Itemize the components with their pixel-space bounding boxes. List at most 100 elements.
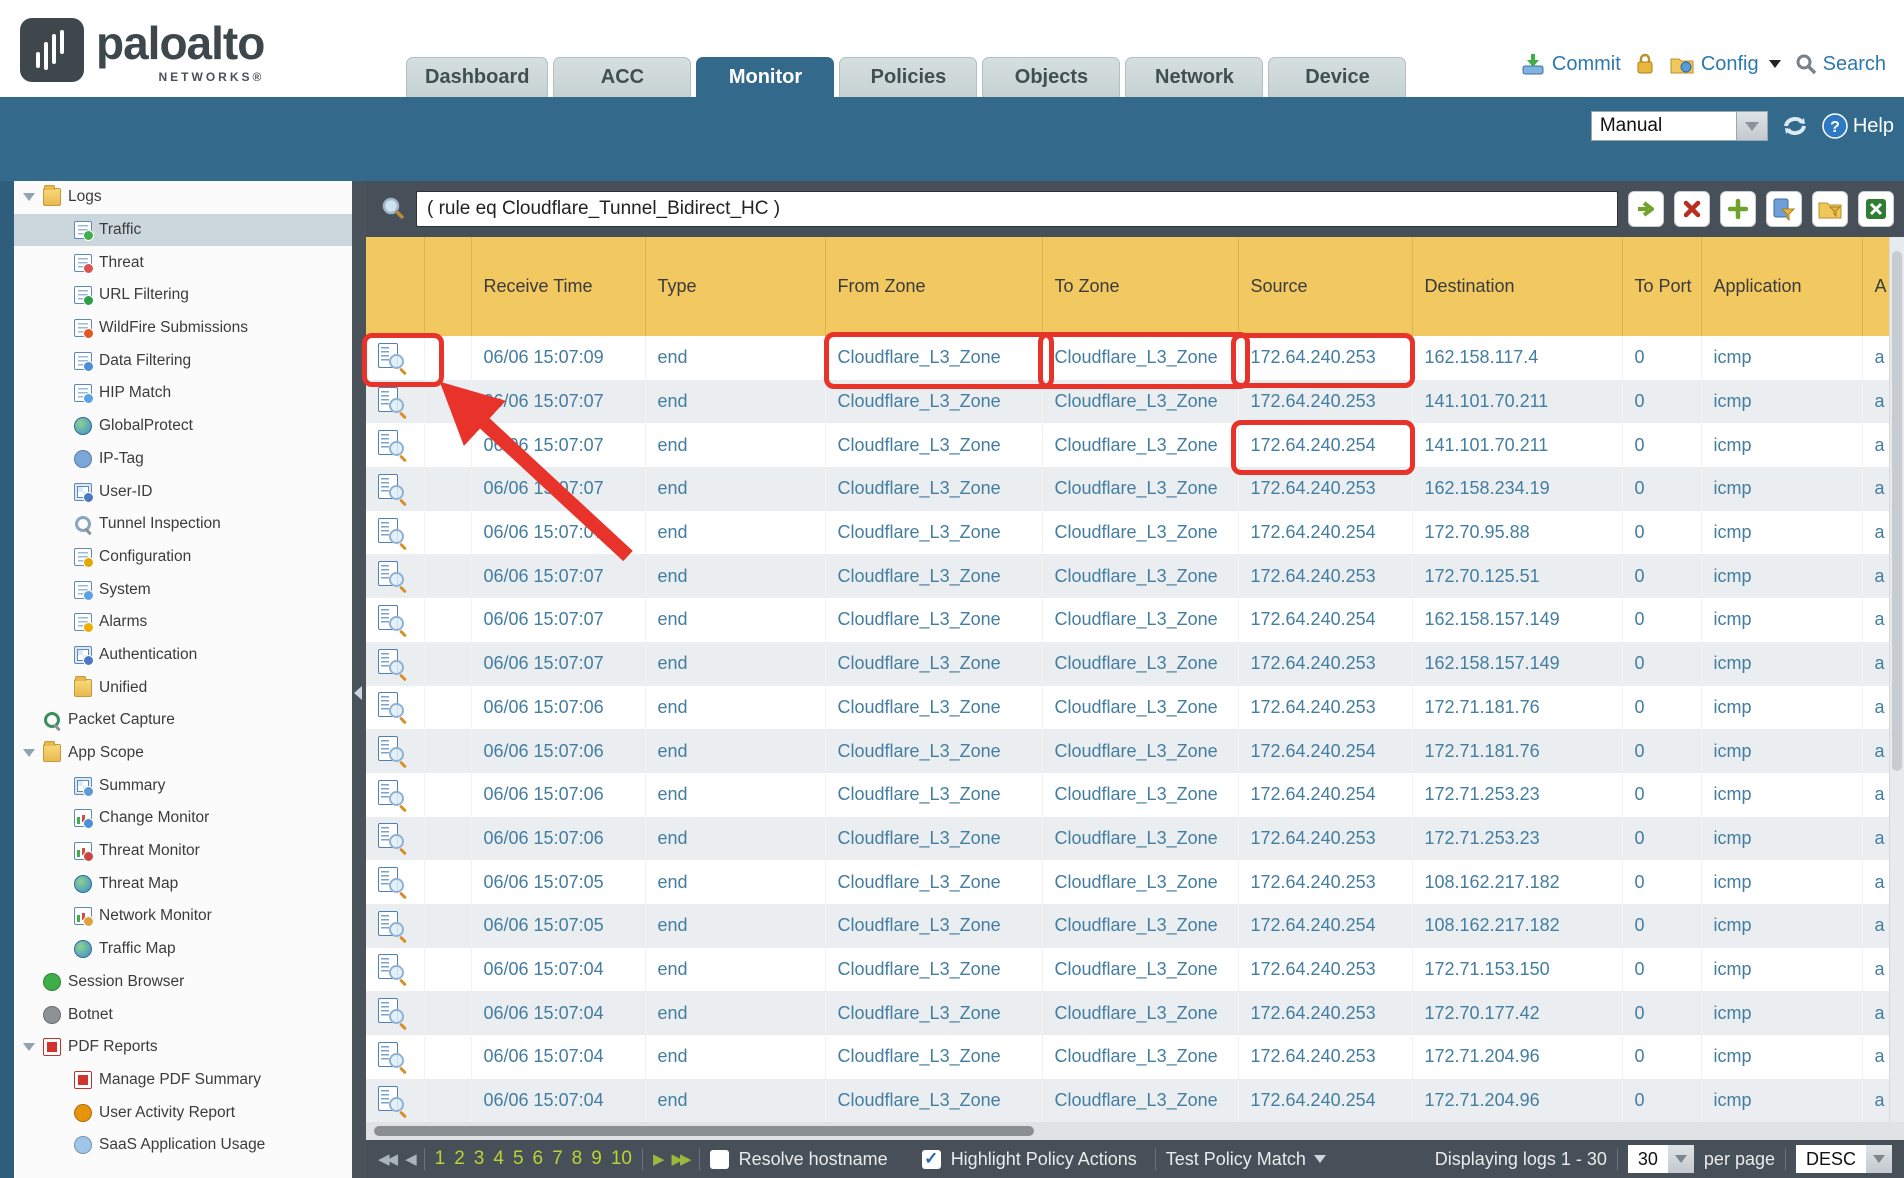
cell-to-port[interactable]: 0 [1622,991,1701,1035]
cell-destination[interactable]: 162.158.157.149 [1412,642,1622,686]
sidebar-item-threat-monitor[interactable]: Threat Monitor [14,835,352,868]
apply-filter-button[interactable] [1628,191,1664,227]
sidebar-item-saas-application-usage[interactable]: SaaS Application Usage [14,1129,352,1162]
sidebar-splitter[interactable] [352,181,366,1178]
cell-type[interactable]: end [645,423,825,467]
cell-to-port[interactable]: 0 [1622,773,1701,817]
sidebar-item-pdf-reports[interactable]: PDF Reports [14,1031,352,1064]
cell-destination[interactable]: 172.71.153.150 [1412,948,1622,992]
log-detail-icon[interactable] [378,867,398,892]
log-detail-icon[interactable] [378,692,398,717]
cell-source[interactable]: 172.64.240.253 [1238,380,1412,424]
cell-to-zone[interactable]: Cloudflare_L3_Zone [1042,467,1238,511]
cell-to-zone[interactable]: Cloudflare_L3_Zone [1042,1079,1238,1123]
log-detail-icon[interactable] [378,911,398,936]
sidebar-item-wildfire-submissions[interactable]: WildFire Submissions [14,312,352,345]
cell-to-zone[interactable]: Cloudflare_L3_Zone [1042,1035,1238,1079]
log-detail-icon[interactable] [378,387,398,412]
cell-source[interactable]: 172.64.240.253 [1238,554,1412,598]
sidebar-item-user-id[interactable]: User-ID [14,475,352,508]
cell-application[interactable]: icmp [1701,511,1862,555]
cell-application[interactable]: icmp [1701,904,1862,948]
filter-builder-button[interactable] [1766,191,1802,227]
cell-source[interactable]: 172.64.240.253 [1238,860,1412,904]
cell-to-port[interactable]: 0 [1622,598,1701,642]
log-detail-icon[interactable] [378,430,398,455]
cell-type[interactable]: end [645,511,825,555]
cell-from-zone[interactable]: Cloudflare_L3_Zone [825,904,1042,948]
table-row[interactable]: 06/06 15:07:07endCloudflare_L3_ZoneCloud… [366,511,1890,555]
cell-to-port[interactable]: 0 [1622,948,1701,992]
cell-to-port[interactable]: 0 [1622,423,1701,467]
lock-button[interactable] [1635,52,1655,76]
cell-source[interactable]: 172.64.240.253 [1238,991,1412,1035]
cell-from-zone[interactable]: Cloudflare_L3_Zone [825,729,1042,773]
cell-to-zone[interactable]: Cloudflare_L3_Zone [1042,991,1238,1035]
expander-icon[interactable] [22,749,36,757]
vertical-scrollbar-thumb[interactable] [1892,251,1902,771]
cell-from-zone[interactable]: Cloudflare_L3_Zone [825,773,1042,817]
first-page-button[interactable]: ◀◀ [378,1150,395,1168]
add-filter-button[interactable] [1720,191,1756,227]
table-row[interactable]: 06/06 15:07:07endCloudflare_L3_ZoneCloud… [366,598,1890,642]
table-row[interactable]: 06/06 15:07:07endCloudflare_L3_ZoneCloud… [366,467,1890,511]
cell-to-zone[interactable]: Cloudflare_L3_Zone [1042,773,1238,817]
cell-to-zone[interactable]: Cloudflare_L3_Zone [1042,817,1238,861]
tab-dashboard[interactable]: Dashboard [406,57,548,97]
log-detail-icon[interactable] [378,998,398,1023]
cell-to-zone[interactable]: Cloudflare_L3_Zone [1042,642,1238,686]
sidebar-item-change-monitor[interactable]: Change Monitor [14,802,352,835]
refresh-icon[interactable] [1780,112,1810,140]
cell-to-zone[interactable]: Cloudflare_L3_Zone [1042,511,1238,555]
table-row[interactable]: 06/06 15:07:04endCloudflare_L3_ZoneCloud… [366,948,1890,992]
export-csv-button[interactable] [1858,191,1894,227]
cell-type[interactable]: end [645,642,825,686]
sidebar-item-session-browser[interactable]: Session Browser [14,966,352,999]
page-number-7[interactable]: 7 [552,1148,563,1170]
cell-from-zone[interactable]: Cloudflare_L3_Zone [825,336,1042,380]
page-number-10[interactable]: 10 [611,1148,632,1170]
cell-type[interactable]: end [645,904,825,948]
cell-type[interactable]: end [645,860,825,904]
cell-destination[interactable]: 108.162.217.182 [1412,860,1622,904]
cell-from-zone[interactable]: Cloudflare_L3_Zone [825,554,1042,598]
per-page-select[interactable]: 30 [1628,1145,1694,1173]
cell-from-zone[interactable]: Cloudflare_L3_Zone [825,1035,1042,1079]
table-row[interactable]: 06/06 15:07:05endCloudflare_L3_ZoneCloud… [366,860,1890,904]
cell-type[interactable]: end [645,686,825,730]
cell-application[interactable]: icmp [1701,336,1862,380]
tab-device[interactable]: Device [1268,57,1406,97]
cell-destination[interactable]: 141.101.70.211 [1412,380,1622,424]
saved-filters-button[interactable] [1812,191,1848,227]
table-row[interactable]: 06/06 15:07:06endCloudflare_L3_ZoneCloud… [366,686,1890,730]
column-header-destination[interactable]: Destination [1412,237,1622,336]
cell-source[interactable]: 172.64.240.253 [1238,817,1412,861]
table-row[interactable]: 06/06 15:07:06endCloudflare_L3_ZoneCloud… [366,773,1890,817]
cell-source[interactable]: 172.64.240.253 [1238,948,1412,992]
log-detail-icon[interactable] [378,736,398,761]
cell-source[interactable]: 172.64.240.254 [1238,511,1412,555]
cell-to-zone[interactable]: Cloudflare_L3_Zone [1042,598,1238,642]
table-row[interactable]: 06/06 15:07:09endCloudflare_L3_ZoneCloud… [366,336,1890,380]
cell-application[interactable]: icmp [1701,554,1862,598]
cell-application[interactable]: icmp [1701,1079,1862,1123]
cell-from-zone[interactable]: Cloudflare_L3_Zone [825,642,1042,686]
sidebar-item-user-activity-report[interactable]: User Activity Report [14,1096,352,1129]
column-header-from-zone[interactable]: From Zone [825,237,1042,336]
cell-to-zone[interactable]: Cloudflare_L3_Zone [1042,380,1238,424]
cell-to-zone[interactable]: Cloudflare_L3_Zone [1042,554,1238,598]
commit-button[interactable]: Commit [1520,52,1621,76]
sidebar-item-summary[interactable]: Summary [14,769,352,802]
cell-to-port[interactable]: 0 [1622,380,1701,424]
cell-type[interactable]: end [645,598,825,642]
cell-destination[interactable]: 172.71.204.96 [1412,1079,1622,1123]
cell-source[interactable]: 172.64.240.254 [1238,904,1412,948]
sidebar-item-unified[interactable]: Unified [14,671,352,704]
cell-type[interactable]: end [645,991,825,1035]
vertical-scrollbar[interactable] [1889,237,1904,1122]
cell-source[interactable]: 172.64.240.254 [1238,598,1412,642]
table-row[interactable]: 06/06 15:07:06endCloudflare_L3_ZoneCloud… [366,817,1890,861]
cell-to-port[interactable]: 0 [1622,860,1701,904]
cell-type[interactable]: end [645,1079,825,1123]
page-number-6[interactable]: 6 [533,1148,544,1170]
